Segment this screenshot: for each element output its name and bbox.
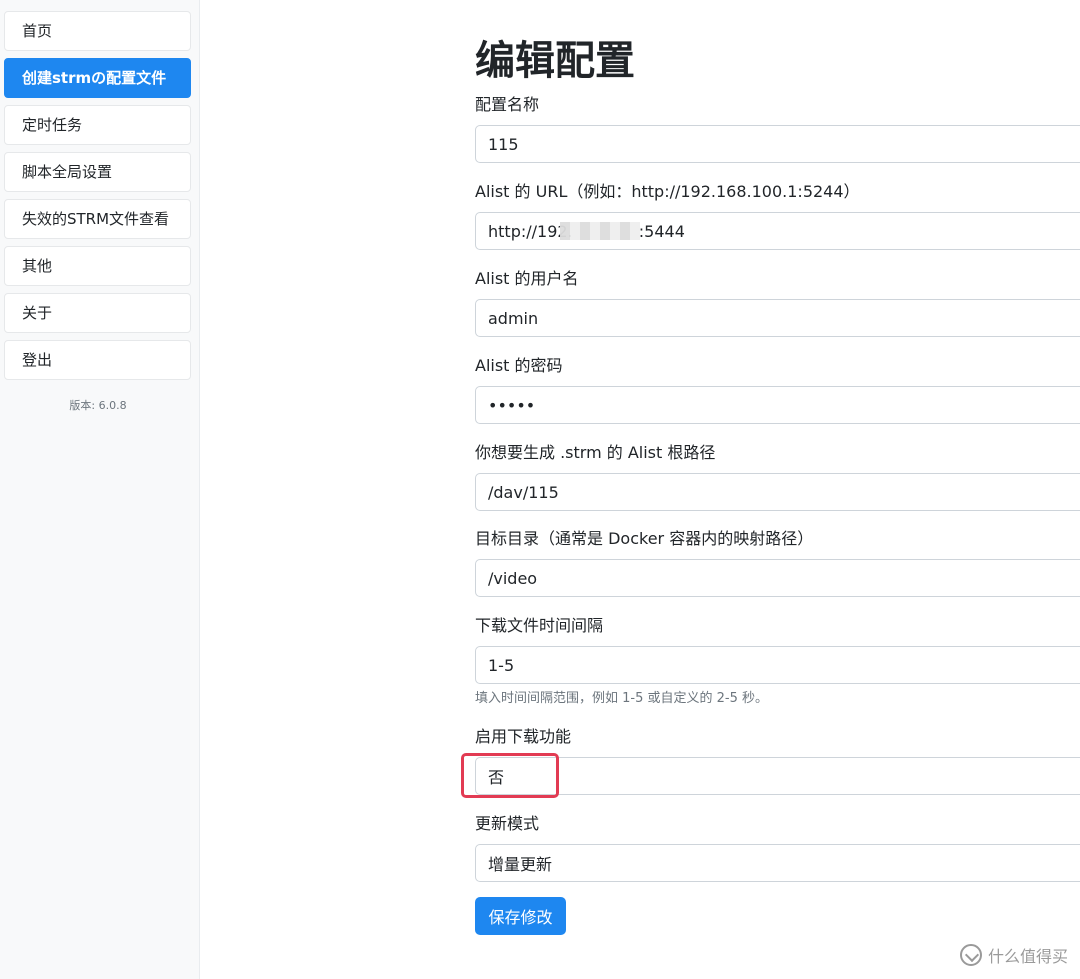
version-label: 版本: 6.0.8 bbox=[69, 399, 127, 412]
target-dir-label: 目标目录（通常是 Docker 容器内的映射路径） bbox=[475, 529, 814, 548]
sidebar: 首页 创建strmの配置文件 定时任务 脚本全局设置 失效的STRM文件查看 其… bbox=[0, 0, 200, 979]
enable-download-select[interactable] bbox=[475, 757, 1080, 795]
sidebar-item-other[interactable]: 其他 bbox=[4, 246, 191, 286]
target-dir-input[interactable] bbox=[475, 559, 1080, 597]
sidebar-item-global-settings[interactable]: 脚本全局设置 bbox=[4, 152, 191, 192]
sidebar-item-create-config[interactable]: 创建strmの配置文件 bbox=[4, 58, 191, 98]
update-mode-label: 更新模式 bbox=[475, 814, 540, 833]
save-button[interactable]: 保存修改 bbox=[475, 897, 566, 935]
watermark-logo-icon bbox=[959, 944, 982, 966]
sidebar-item-scheduled-tasks[interactable]: 定时任务 bbox=[4, 105, 191, 145]
sidebar-item-invalid-strm[interactable]: 失效的STRM文件查看 bbox=[4, 199, 191, 239]
download-interval-input[interactable] bbox=[475, 646, 1080, 684]
config-name-label: 配置名称 bbox=[475, 95, 540, 114]
watermark-text: 什么值得买 bbox=[987, 947, 1068, 966]
update-mode-select[interactable] bbox=[475, 844, 1080, 882]
download-interval-label: 下载文件时间间隔 bbox=[475, 616, 604, 635]
config-name-input[interactable] bbox=[475, 125, 1080, 163]
redaction-mask bbox=[560, 222, 640, 240]
page-title: 编辑配置 bbox=[475, 38, 635, 84]
alist-password-input[interactable] bbox=[475, 386, 1080, 424]
alist-password-label: Alist 的密码 bbox=[475, 356, 563, 375]
sidebar-item-about[interactable]: 关于 bbox=[4, 293, 191, 333]
alist-username-input[interactable] bbox=[475, 299, 1080, 337]
config-form: 编辑配置 配置名称 Alist 的 URL（例如：http://192.168.… bbox=[461, 0, 1080, 979]
sidebar-item-logout[interactable]: 登出 bbox=[4, 340, 191, 380]
enable-download-label: 启用下载功能 bbox=[475, 727, 572, 746]
alist-username-label: Alist 的用户名 bbox=[475, 269, 579, 288]
sidebar-item-home[interactable]: 首页 bbox=[4, 11, 191, 51]
watermark: 什么值得买 bbox=[959, 943, 1068, 967]
alist-url-label: Alist 的 URL（例如：http://192.168.100.1:5244… bbox=[475, 182, 860, 201]
download-interval-help: 填入时间间隔范围，例如 1-5 或自定义的 2-5 秒。 bbox=[475, 691, 768, 706]
alist-root-path-input[interactable] bbox=[475, 473, 1080, 511]
alist-root-path-label: 你想要生成 .strm 的 Alist 根路径 bbox=[475, 443, 716, 462]
